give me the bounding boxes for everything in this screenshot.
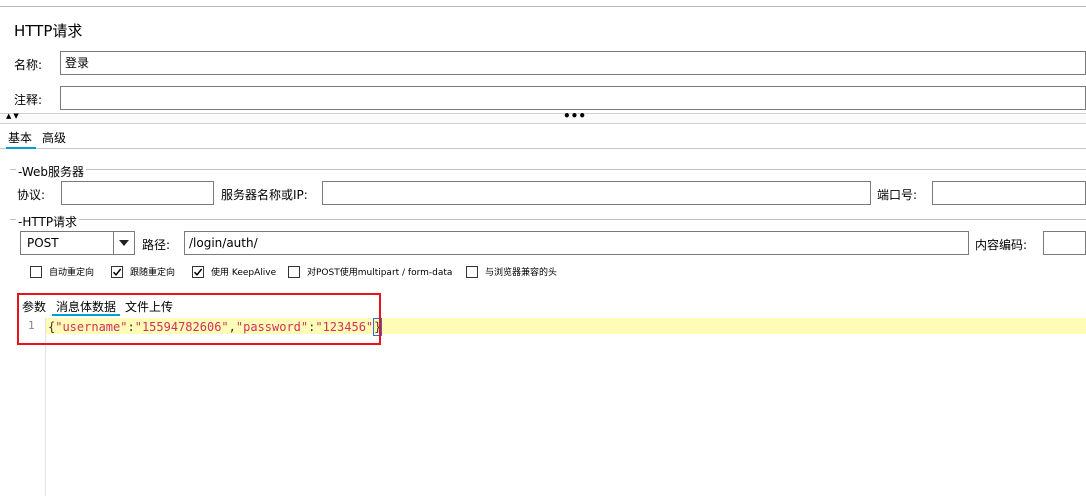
protocol-label: 协议: bbox=[17, 188, 46, 202]
main-tab-row bbox=[0, 126, 1086, 149]
checkbox-unchecked-icon[interactable] bbox=[466, 265, 478, 278]
checkbox-unchecked-icon[interactable] bbox=[288, 265, 300, 278]
checkmark-icon[interactable] bbox=[111, 265, 123, 278]
path-field[interactable]: /login/auth/ bbox=[184, 231, 969, 255]
highlight-annotation-box bbox=[17, 293, 381, 345]
method-select[interactable]: POST bbox=[20, 231, 135, 255]
comment-label: 注释: bbox=[14, 93, 43, 107]
comment-field[interactable] bbox=[60, 86, 1086, 110]
collapse-arrows-icon[interactable]: ▲▼ bbox=[6, 112, 21, 120]
encoding-label: 内容编码: bbox=[975, 238, 1028, 252]
encoding-field[interactable] bbox=[1043, 231, 1086, 255]
split-divider[interactable] bbox=[0, 113, 1086, 124]
window-top-strip bbox=[0, 0, 1086, 7]
tab-advanced[interactable]: 高级 bbox=[42, 129, 66, 146]
name-field[interactable]: 登录 bbox=[60, 51, 1086, 75]
name-label: 名称: bbox=[14, 58, 43, 72]
checkbox-unchecked-icon[interactable] bbox=[30, 265, 42, 278]
drag-handle-icon[interactable]: ••• bbox=[563, 109, 586, 123]
tab-basic[interactable]: 基本 bbox=[8, 129, 32, 146]
port-field[interactable] bbox=[932, 181, 1086, 205]
option-follow-redirect[interactable]: 跟随重定向 bbox=[111, 265, 175, 278]
server-label: 服务器名称或IP: bbox=[221, 188, 308, 202]
chevron-down-icon[interactable] bbox=[113, 232, 134, 254]
server-field[interactable] bbox=[322, 181, 871, 205]
checkmark-icon[interactable] bbox=[192, 265, 204, 278]
option-keepalive[interactable]: 使用 KeepAlive bbox=[192, 265, 276, 278]
option-auto-redirect[interactable]: 自动重定向 bbox=[30, 265, 94, 278]
option-browser-headers[interactable]: 与浏览器兼容的头 bbox=[466, 265, 557, 278]
option-multipart[interactable]: 对POST使用multipart / form-data bbox=[288, 265, 452, 278]
method-value: POST bbox=[27, 236, 59, 250]
protocol-field[interactable] bbox=[61, 181, 214, 205]
panel-title: HTTP请求 bbox=[14, 22, 83, 40]
tab-basic-underline bbox=[6, 147, 36, 149]
web-server-legend: -Web服务器 bbox=[16, 163, 87, 180]
http-request-legend: -HTTP请求 bbox=[16, 213, 80, 230]
port-label: 端口号: bbox=[877, 188, 918, 202]
path-label: 路径: bbox=[142, 238, 171, 252]
